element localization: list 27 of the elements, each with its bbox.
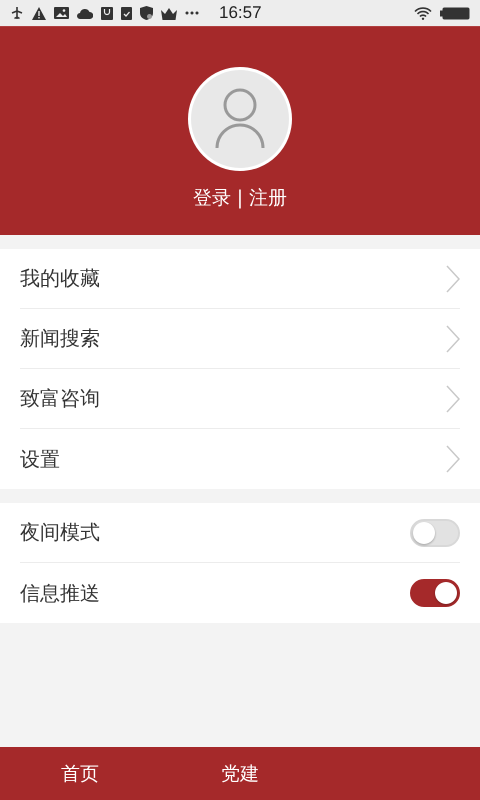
login-register-link[interactable]: 登录 | 注册 [192,185,288,211]
chevron-right-icon [446,324,460,352]
wifi-icon [414,6,432,20]
setting-label: 信息推送 [20,580,100,606]
menu-item[interactable]: 设置 [20,446,60,472]
warning-icon [32,6,46,20]
menu-item[interactable]: 我的收藏 [20,265,100,292]
chevron-right-icon [446,384,460,412]
chevron-right-icon [446,264,460,292]
more-icon [185,11,199,15]
airplane-icon [10,6,24,20]
bag-icon [101,6,113,20]
image-icon [54,7,69,19]
shield-icon [140,6,153,20]
cloud-icon [77,7,93,19]
setting-label: 夜间模式 [20,519,100,546]
status-time: 16:57 [219,3,262,23]
battery-icon [440,6,470,20]
user-icon [215,88,265,150]
clipboard-icon [121,6,132,20]
menu-item[interactable]: 致富咨询 [20,385,100,412]
menu-item[interactable]: 新闻搜索 [20,325,100,352]
toggle-switch[interactable] [410,579,460,607]
tab[interactable]: 党建 [221,760,259,786]
tab[interactable]: 首页 [61,760,99,786]
crown-icon [161,6,177,20]
chevron-right-icon [446,445,460,473]
